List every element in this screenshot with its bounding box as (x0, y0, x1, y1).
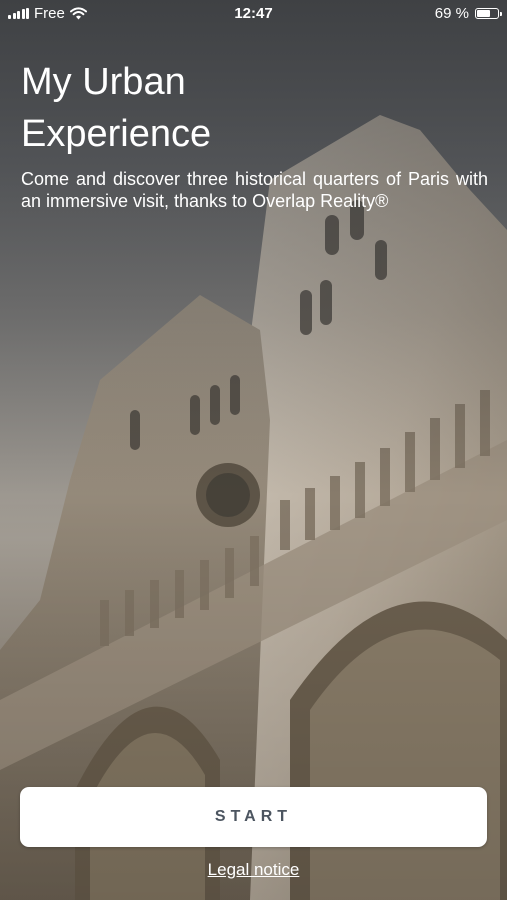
title-line-2: Experience (21, 113, 212, 155)
welcome-screen: Free 12:47 69 % My Urban Experience Come… (0, 0, 507, 900)
intro-description: Come and discover three historical quart… (21, 169, 488, 211)
battery-icon (475, 8, 502, 19)
app-title: My Urban Experience (21, 56, 481, 160)
status-right: 69 % (434, 5, 502, 22)
clock: 12:47 (234, 5, 273, 22)
battery-fill (477, 10, 490, 17)
title-line-1: My Urban (21, 61, 186, 103)
status-bar: Free 12:47 69 % (0, 0, 507, 28)
legal-notice-link[interactable]: Legal notice (0, 860, 507, 880)
start-button[interactable]: START (20, 787, 487, 847)
battery-percent: 69 % (434, 5, 469, 22)
